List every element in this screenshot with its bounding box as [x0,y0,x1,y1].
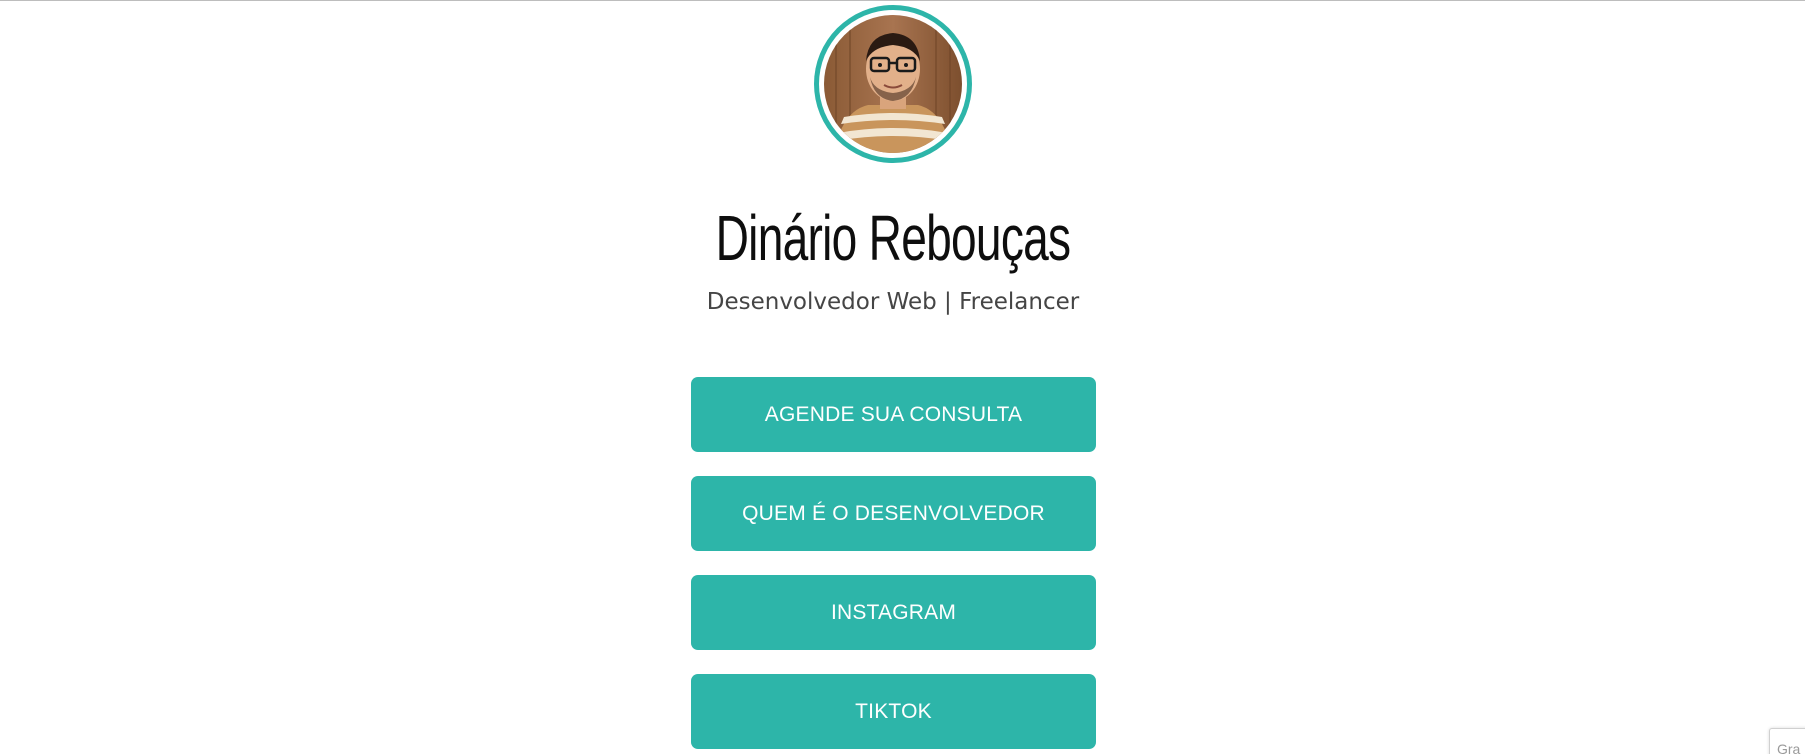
profile-name: Dinário Rebouças [715,202,1071,274]
profile-photo-icon [824,15,962,153]
top-border [0,0,1805,1]
link-button-tiktok[interactable]: TIKTOK [691,674,1096,749]
link-button-quem-e-o-desenvolvedor[interactable]: QUEM É O DESENVOLVEDOR [691,476,1096,551]
link-button-agende-sua-consulta[interactable]: AGENDE SUA CONSULTA [691,377,1096,452]
profile-subtitle: Desenvolvedor Web | Freelancer [706,289,1080,315]
corner-badge-text: Gra [1777,741,1801,754]
link-button-instagram[interactable]: INSTAGRAM [691,575,1096,650]
avatar-ring [814,5,972,163]
avatar-border [819,10,967,158]
corner-badge[interactable]: Gra [1769,728,1805,754]
link-list: AGENDE SUA CONSULTA QUEM É O DESENVOLVED… [691,377,1096,754]
avatar [824,15,962,153]
